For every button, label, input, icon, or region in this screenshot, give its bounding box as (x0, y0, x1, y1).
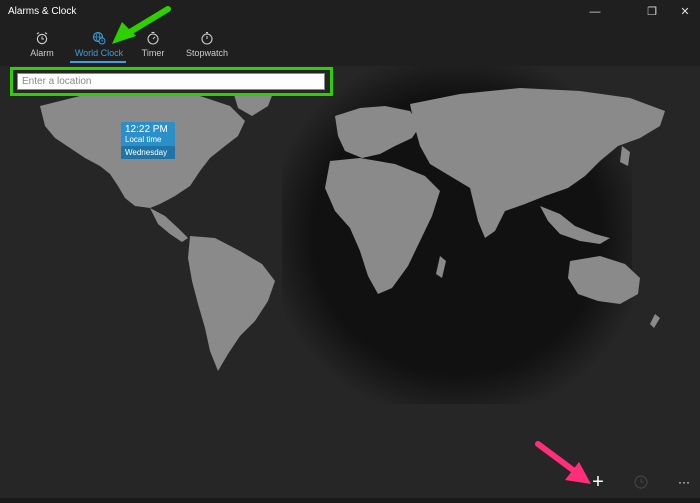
compare-clock-icon[interactable] (633, 474, 649, 490)
landmass-south-america (188, 236, 275, 371)
minimize-button[interactable]: — (580, 2, 610, 22)
local-time-day: Wednesday (121, 146, 175, 159)
annotation-arrow-world-clock (112, 6, 171, 44)
active-tab-indicator (70, 61, 126, 63)
maximize-button[interactable]: ❐ (637, 2, 667, 22)
tab-bar: Alarm World Clock Timer Stopwatch (0, 26, 700, 66)
world-map-graphic (40, 66, 665, 404)
tab-label: World Clock (74, 48, 124, 58)
stopwatch-icon (201, 31, 213, 45)
world-clock-icon (92, 31, 106, 45)
landmass-central-america (150, 208, 188, 242)
local-time-label: Local time (125, 135, 162, 144)
app-title: Alarms & Clock (8, 6, 77, 17)
annotation-arrow-add-button (535, 441, 591, 484)
landmass-new-zealand (650, 314, 660, 328)
search-highlight (10, 67, 333, 96)
local-time-tooltip[interactable]: 12:22 PM Local time Wednesday (121, 122, 175, 159)
close-button[interactable]: ✕ (670, 2, 700, 22)
tab-label: Stopwatch (185, 48, 229, 58)
location-search-input[interactable] (17, 73, 325, 90)
tab-label: Alarm (30, 48, 54, 58)
tab-stopwatch[interactable]: Stopwatch (184, 29, 230, 63)
tab-alarm[interactable]: Alarm (22, 29, 62, 63)
more-options-button[interactable]: ··· (672, 470, 696, 494)
local-time-value: 12:22 PM (125, 124, 168, 135)
title-bar: Alarms & Clock — ❐ ✕ (0, 0, 700, 26)
world-map (0, 66, 700, 498)
alarm-icon (36, 32, 48, 45)
tab-label: Timer (141, 48, 165, 58)
